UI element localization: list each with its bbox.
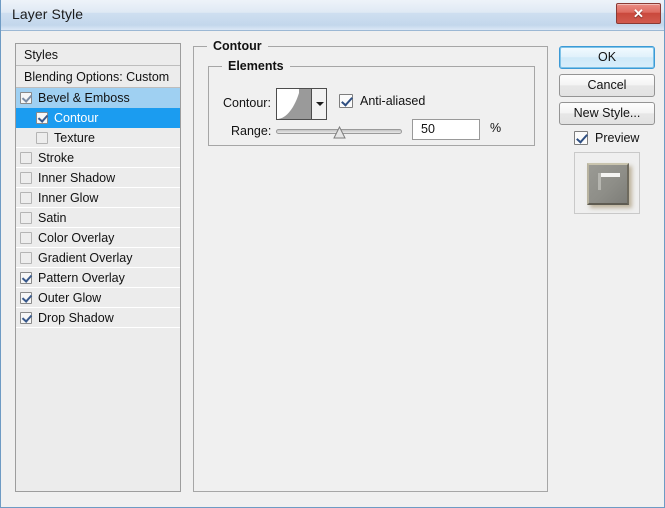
styles-list-item-label: Pattern Overlay <box>38 271 125 285</box>
styles-list-item[interactable]: Outer Glow <box>16 288 180 308</box>
styles-list-item[interactable]: Inner Glow <box>16 188 180 208</box>
window-title: Layer Style <box>12 6 84 22</box>
checkbox-unchecked-icon[interactable] <box>20 152 32 164</box>
title-bar: Layer Style ✕ <box>1 0 664 31</box>
blending-options-label: Blending Options: Custom <box>24 70 170 84</box>
contour-group: Contour Elements Contour: Anti-aliased R… <box>193 39 548 492</box>
styles-list-item[interactable]: Stroke <box>16 148 180 168</box>
styles-list-item-label: Gradient Overlay <box>38 251 133 265</box>
styles-list-item[interactable]: Pattern Overlay <box>16 268 180 288</box>
preview-thumbnail <box>574 152 640 214</box>
styles-list-header: Styles <box>16 44 180 66</box>
contour-dropdown-arrow-cell[interactable] <box>311 89 326 119</box>
styles-list-item[interactable]: Texture <box>16 128 180 148</box>
range-percent-label: % <box>490 121 502 135</box>
close-button[interactable]: ✕ <box>616 3 661 24</box>
anti-aliased-check-icon <box>339 94 353 108</box>
styles-list-panel[interactable]: Styles Blending Options: Custom Bevel & … <box>15 43 181 492</box>
styles-effect-list: Bevel & Emboss Contour Texture Stroke Inner … <box>16 88 180 328</box>
preview-highlight-vertical <box>598 173 601 190</box>
range-field-label: Range: <box>231 124 272 138</box>
range-value-input[interactable]: 50 <box>412 119 480 140</box>
preview-check-icon <box>574 131 588 145</box>
styles-list-item[interactable]: Satin <box>16 208 180 228</box>
elements-group-title: Elements <box>222 59 290 73</box>
styles-list-item[interactable]: Contour <box>16 108 180 128</box>
preview-label: Preview <box>595 131 640 145</box>
styles-list-item-label: Inner Glow <box>38 191 99 205</box>
checkbox-checked-icon[interactable] <box>20 292 32 304</box>
checkbox-checked-icon[interactable] <box>20 92 32 104</box>
checkbox-unchecked-icon[interactable] <box>20 212 32 224</box>
anti-aliased-checkbox[interactable]: Anti-aliased <box>339 94 425 108</box>
chevron-down-icon <box>316 102 324 106</box>
styles-list-item-label: Satin <box>38 211 67 225</box>
styles-list-item[interactable]: Color Overlay <box>16 228 180 248</box>
checkbox-unchecked-icon[interactable] <box>20 252 32 264</box>
styles-list-item-label: Texture <box>54 131 95 145</box>
styles-list-item-label: Stroke <box>38 151 75 165</box>
contour-picker-dropdown[interactable] <box>276 88 327 120</box>
layer-style-dialog: Layer Style ✕ Styles Blending Options: C… <box>0 0 665 508</box>
styles-list-item-label: Outer Glow <box>38 291 102 305</box>
contour-curve-icon <box>277 89 313 119</box>
contour-curve-thumbnail <box>277 89 313 119</box>
preview-highlight-horizontal <box>598 173 620 177</box>
styles-list-item-label: Inner Shadow <box>38 171 116 185</box>
styles-list-item[interactable]: Drop Shadow <box>16 308 180 328</box>
contour-field-label: Contour: <box>223 96 271 110</box>
styles-list-item-label: Contour <box>54 111 99 125</box>
checkbox-checked-icon[interactable] <box>36 112 48 124</box>
checkbox-unchecked-icon[interactable] <box>20 232 32 244</box>
checkbox-checked-icon[interactable] <box>20 312 32 324</box>
styles-list-item[interactable]: Inner Shadow <box>16 168 180 188</box>
checkbox-checked-icon[interactable] <box>20 272 32 284</box>
checkbox-unchecked-icon[interactable] <box>36 132 48 144</box>
preview-checkbox[interactable]: Preview <box>574 131 639 145</box>
ok-button[interactable]: OK <box>559 46 655 69</box>
styles-list-item-label: Color Overlay <box>38 231 115 245</box>
checkbox-unchecked-icon[interactable] <box>20 172 32 184</box>
contour-group-title: Contour <box>207 39 268 53</box>
preview-swatch <box>587 163 629 205</box>
styles-list-item-label: Bevel & Emboss <box>38 91 130 105</box>
styles-list-item[interactable]: Gradient Overlay <box>16 248 180 268</box>
new-style-button[interactable]: New Style... <box>559 102 655 125</box>
range-slider-thumb[interactable] <box>333 126 346 139</box>
anti-aliased-label: Anti-aliased <box>360 94 426 108</box>
elements-group: Elements Contour: Anti-aliased Range: 50… <box>208 59 535 146</box>
slider-thumb-icon <box>333 126 346 139</box>
checkbox-unchecked-icon[interactable] <box>20 192 32 204</box>
close-icon: ✕ <box>633 6 644 21</box>
cancel-button[interactable]: Cancel <box>559 74 655 97</box>
blending-options-row[interactable]: Blending Options: Custom <box>16 66 180 88</box>
styles-list-item[interactable]: Bevel & Emboss <box>16 88 180 108</box>
range-slider[interactable] <box>276 123 402 141</box>
styles-list-item-label: Drop Shadow <box>38 311 114 325</box>
styles-header-label: Styles <box>24 48 59 62</box>
